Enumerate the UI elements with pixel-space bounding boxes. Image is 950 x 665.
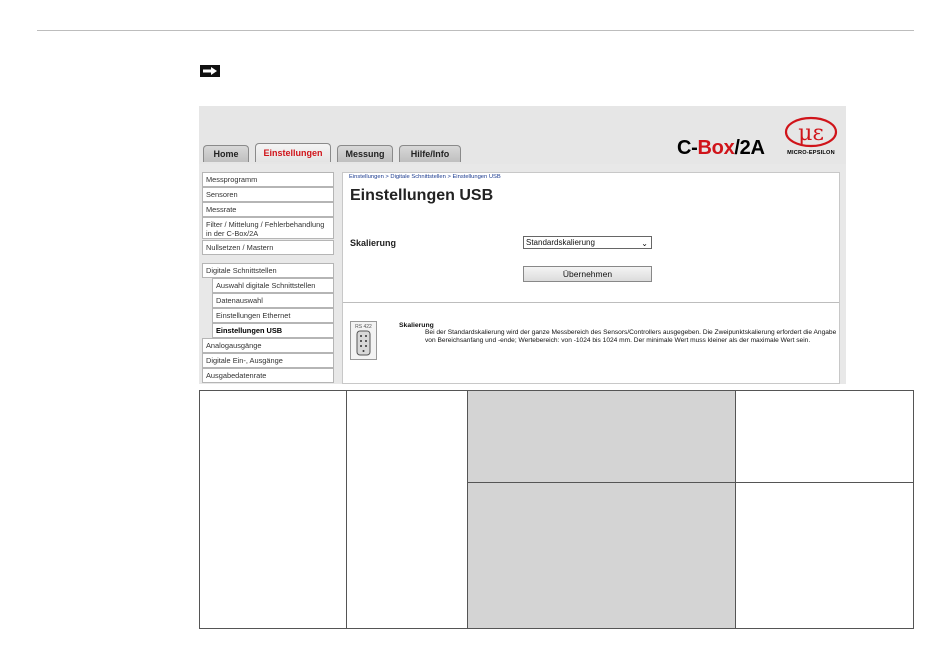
empty-table-grid [199, 390, 914, 629]
gray-cell [467, 390, 735, 628]
